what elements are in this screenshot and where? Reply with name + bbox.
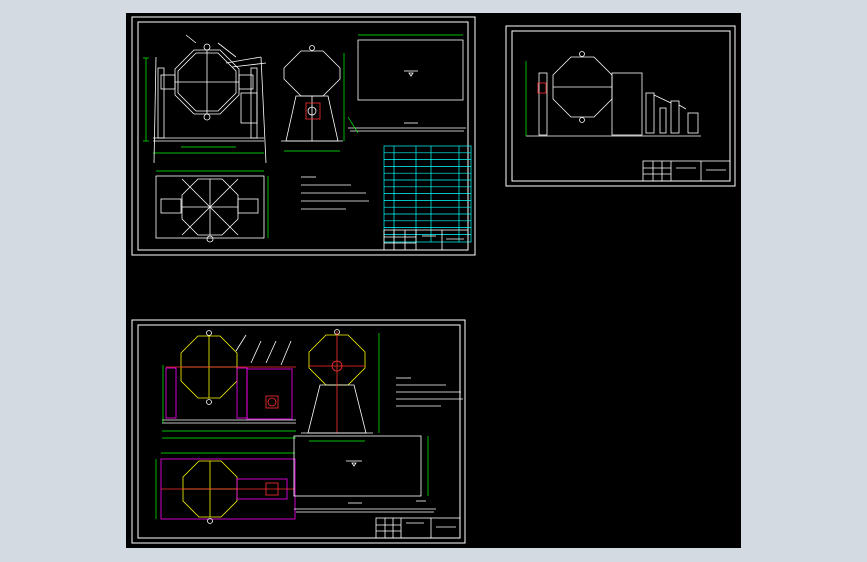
sheet-3[interactable] [131,319,466,544]
sheet-1-title-block[interactable] [383,229,469,251]
sheet-2-layout-view [525,51,701,137]
sheet-1-outer-frame [131,16,476,256]
sheet-1-parts-table [383,145,472,243]
sheet-3-foundation-plan [293,435,436,513]
drawing-canvas [131,16,736,544]
sheet-1-notes [301,176,369,210]
sheet-3-side-view [301,329,380,442]
sheet-2-title-block[interactable] [642,160,731,182]
sheet-2-inner-frame [511,30,731,182]
sheet-3-title-block[interactable] [375,517,461,539]
sheet-3-plan-view [155,452,296,524]
sheet-1-plan-view [155,170,269,243]
sheet-1[interactable] [131,16,476,256]
cad-model-space[interactable] [126,13,741,548]
sheet-1-foundation-plan [347,34,466,134]
sheet-3-front-view [162,330,296,439]
sheet-3-outer-frame [131,319,466,544]
sheet-1-front-view [143,34,267,164]
sheet-3-notes [396,377,463,407]
sheet-1-side-view [281,45,345,152]
sheet-3-inner-frame [137,324,461,539]
sheet-2[interactable] [505,25,736,187]
